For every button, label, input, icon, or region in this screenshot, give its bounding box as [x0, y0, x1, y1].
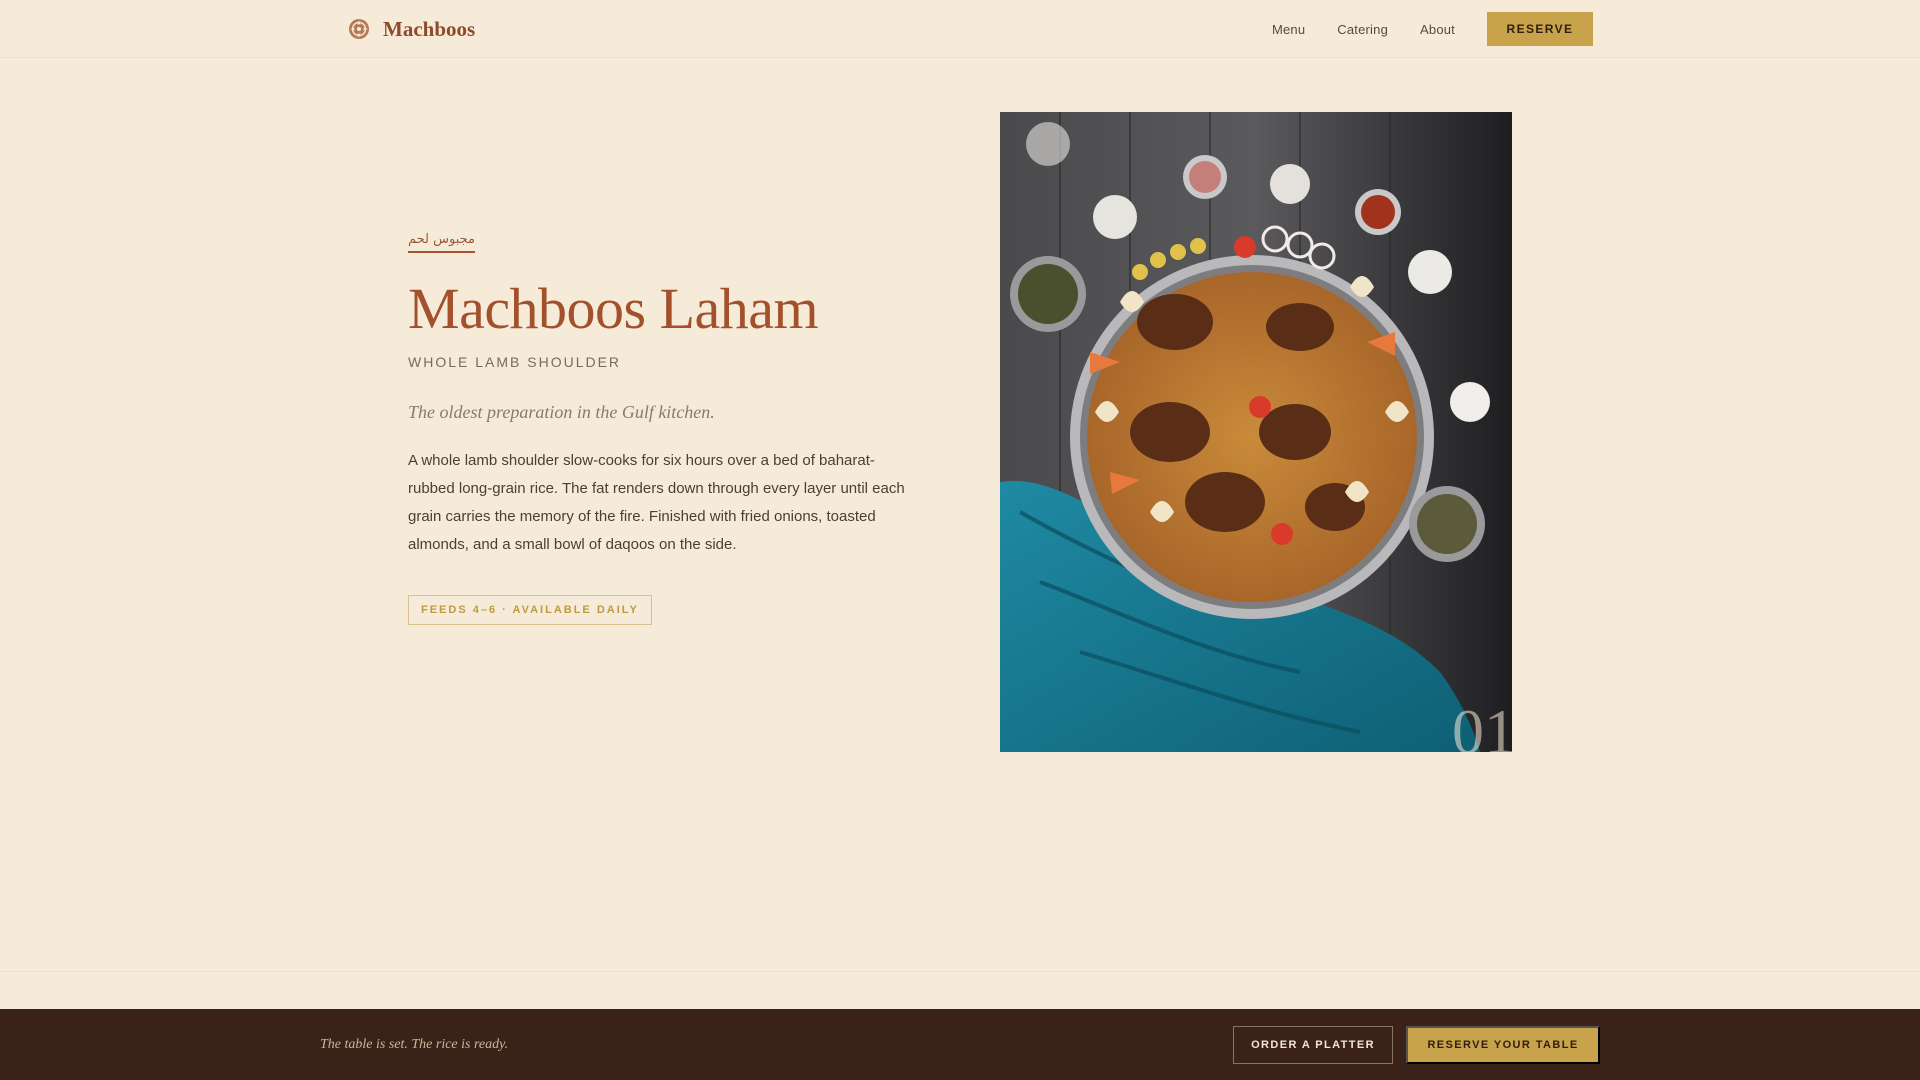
hero-text: مجبوس لحم Machboos Laham WHOLE LAMB SHOU… — [408, 230, 928, 625]
brand-name: Machboos — [383, 16, 476, 41]
footer-tagline: The table is set. The rice is ready. — [320, 1037, 509, 1052]
dish-subtitle: WHOLE LAMB SHOULDER — [408, 353, 622, 370]
availability-badge: FEEDS 4–6 · AVAILABLE DAILY — [408, 594, 652, 625]
reserve-table-button[interactable]: RESERVE YOUR TABLE — [1406, 1026, 1600, 1064]
nav-link-menu[interactable]: Menu — [1272, 22, 1305, 37]
dish-tagline: The oldest preparation in the Gulf kitch… — [408, 401, 715, 422]
main-nav: Menu Catering About RESERVE — [1272, 12, 1593, 46]
site-header: Machboos Menu Catering About RESERVE — [0, 0, 1920, 58]
dish-title: Machboos Laham — [408, 276, 819, 341]
platter-illustration — [1000, 112, 1512, 752]
ornament-icon — [349, 19, 369, 39]
brand[interactable]: Machboos — [347, 14, 475, 44]
dish-description: A whole lamb shoulder slow-cooks for six… — [408, 451, 905, 553]
reserve-button[interactable]: RESERVE — [1487, 12, 1593, 46]
cta-footer: The table is set. The rice is ready. ORD… — [0, 1009, 1920, 1080]
dish-photo — [1000, 112, 1512, 752]
arabic-name: مجبوس لحم — [408, 232, 475, 253]
slide-number: 01 — [1452, 696, 1516, 767]
order-platter-button[interactable]: ORDER A PLATTER — [1233, 1026, 1393, 1064]
nav-link-about[interactable]: About — [1420, 22, 1455, 37]
nav-link-catering[interactable]: Catering — [1337, 22, 1388, 37]
section-divider — [0, 971, 1920, 972]
